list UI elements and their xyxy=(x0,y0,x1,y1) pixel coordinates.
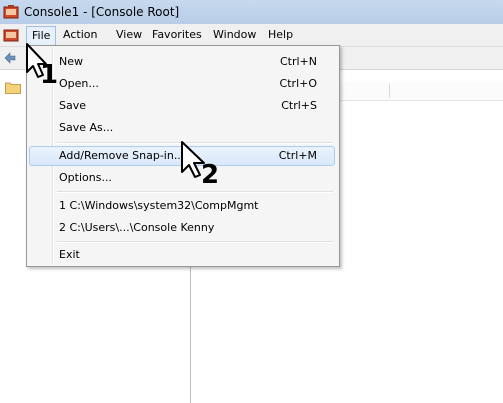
menu-help[interactable]: Help xyxy=(268,28,293,41)
menu-item-label: Add/Remove Snap-in... xyxy=(59,149,185,162)
menu-item-label: New xyxy=(59,55,83,68)
menu-item-label: Save As... xyxy=(59,121,114,134)
menu-favorites[interactable]: Favorites xyxy=(152,28,202,41)
menu-item-recent-1[interactable]: 1 C:\Windows\system32\CompMgmt xyxy=(29,196,335,216)
menu-item-label: Options... xyxy=(59,171,112,184)
menu-item-exit[interactable]: Exit xyxy=(29,245,335,265)
step-1-label: 1 xyxy=(40,60,59,90)
title-bar: Console1 - [Console Root] xyxy=(0,0,503,24)
column-divider[interactable] xyxy=(389,84,390,98)
menu-separator xyxy=(57,191,333,193)
menu-item-label: Save xyxy=(59,99,87,112)
menu-item-save-as[interactable]: Save As... xyxy=(29,118,335,138)
menu-item-shortcut: Ctrl+M xyxy=(278,149,317,162)
menu-window[interactable]: Window xyxy=(213,28,256,41)
back-arrow-icon[interactable] xyxy=(3,51,17,65)
menu-item-label: Exit xyxy=(59,248,80,261)
menu-item-label: Open... xyxy=(59,77,99,90)
menu-separator xyxy=(57,241,333,243)
window-title: Console1 - [Console Root] xyxy=(24,5,180,19)
menu-item-save[interactable]: Save Ctrl+S xyxy=(29,96,335,116)
menu-item-label: 1 C:\Windows\system32\CompMgmt xyxy=(59,199,259,212)
mmc-window: Console1 - [Console Root] File Action Vi… xyxy=(0,0,503,403)
system-menu-icon[interactable] xyxy=(3,27,19,43)
folder-icon[interactable] xyxy=(5,81,21,94)
menu-action[interactable]: Action xyxy=(63,28,97,41)
menu-item-new[interactable]: New Ctrl+N xyxy=(29,52,335,72)
menu-item-recent-2[interactable]: 2 C:\Users\...\Console Kenny xyxy=(29,218,335,238)
menu-view[interactable]: View xyxy=(116,28,142,41)
menu-item-label: 2 C:\Users\...\Console Kenny xyxy=(59,221,215,234)
menu-item-shortcut: Ctrl+O xyxy=(279,77,317,90)
step-2-label: 2 xyxy=(201,160,220,190)
mmc-console-icon xyxy=(3,5,19,19)
menu-item-open[interactable]: Open... Ctrl+O xyxy=(29,74,335,94)
menu-bar: File Action View Favorites Window Help xyxy=(0,24,503,47)
menu-item-shortcut: Ctrl+S xyxy=(281,99,317,112)
menu-item-shortcut: Ctrl+N xyxy=(279,55,317,68)
